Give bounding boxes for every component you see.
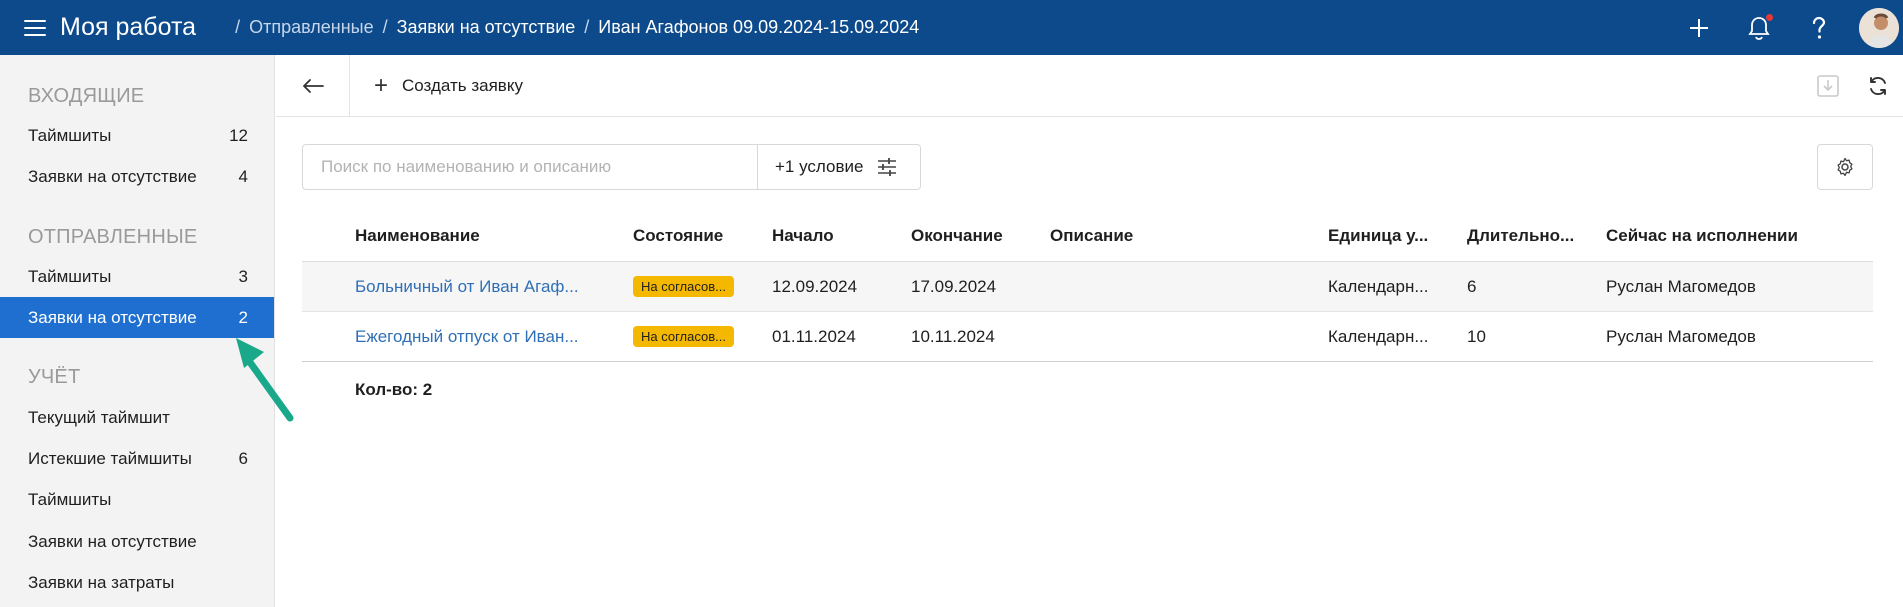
sidebar-item-label: Таймшиты — [28, 489, 112, 509]
request-link[interactable]: Больничный от Иван Агаф... — [355, 277, 579, 296]
sidebar-item-label: Истекшие таймшиты — [28, 448, 192, 468]
unit-cell: Календарн... — [1328, 276, 1429, 296]
refresh-icon — [1870, 77, 1886, 95]
column-header-unit[interactable]: Единица у... — [1328, 226, 1467, 246]
question-icon — [1812, 16, 1826, 39]
column-header-executor[interactable]: Сейчас на исполнении — [1606, 226, 1873, 246]
sidebar-item-count: 6 — [238, 448, 248, 468]
sidebar-section-accounting: УЧЁТ — [28, 366, 81, 388]
notifications-button[interactable] — [1729, 0, 1789, 55]
gear-icon — [1837, 157, 1853, 177]
sidebar-item-label: Заявки на отсутствие — [28, 166, 197, 186]
start-date-cell: 01.11.2024 — [772, 326, 856, 346]
sidebar-item-label: Текущий таймшит — [28, 407, 170, 427]
sidebar-item-label: Заявки на отсутствие — [28, 531, 197, 551]
column-header-end[interactable]: Окончание — [911, 226, 1050, 246]
start-date-cell: 12.09.2024 — [772, 276, 858, 296]
sidebar-item-absence-requests[interactable]: Заявки на отсутствие — [0, 521, 274, 562]
export-button[interactable] — [1803, 55, 1853, 117]
column-header-description[interactable]: Описание — [1050, 226, 1328, 246]
top-bar: Моя работа / Отправленные / Заявки на от… — [0, 0, 1903, 55]
toolbar: + Создать заявку — [276, 54, 1903, 117]
sliders-icon — [877, 158, 897, 176]
sidebar-item-sent-timesheets[interactable]: Таймшиты 3 — [0, 256, 274, 297]
search-input[interactable] — [321, 157, 757, 177]
search-field — [302, 144, 757, 190]
table-row[interactable]: Ежегодный отпуск от Иван... На согласов.… — [302, 312, 1873, 362]
row-count: Кол-во: 2 — [355, 380, 433, 399]
create-request-button[interactable]: + Создать заявку — [374, 71, 523, 99]
sidebar-section-sent: ОТПРАВЛЕННЫЕ — [28, 226, 198, 248]
sidebar-item-incoming-timesheets[interactable]: Таймшиты 12 — [0, 115, 274, 156]
breadcrumb-separator: / — [382, 17, 388, 37]
table-settings-button[interactable] — [1817, 144, 1873, 190]
sidebar-item-count: 2 — [238, 307, 248, 327]
back-button[interactable] — [276, 54, 350, 117]
sidebar: ВХОДЯЩИЕ Таймшиты 12 Заявки на отсутстви… — [0, 55, 275, 607]
arrow-left-icon — [302, 78, 324, 93]
user-photo-icon — [1859, 7, 1899, 48]
column-header-duration[interactable]: Длительно... — [1467, 226, 1606, 246]
sidebar-item-count: 3 — [238, 266, 248, 286]
status-badge: На согласов... — [633, 276, 734, 297]
breadcrumb-item-absence-requests[interactable]: Заявки на отсутствие — [397, 17, 576, 38]
sidebar-item-count: 4 — [238, 166, 248, 186]
executor-cell: Руслан Магомедов — [1606, 326, 1756, 346]
top-actions — [1669, 0, 1903, 55]
breadcrumb: / Отправленные / Заявки на отсутствие / … — [226, 17, 919, 38]
table-header: Наименование Состояние Начало Окончание … — [302, 210, 1873, 262]
breadcrumb-separator: / — [584, 17, 590, 37]
breadcrumb-item-current: Иван Агафонов 09.09.2024-15.09.2024 — [598, 17, 920, 37]
sidebar-item-count: 12 — [229, 125, 248, 145]
help-button[interactable] — [1789, 0, 1849, 55]
sidebar-item-current-timesheet[interactable]: Текущий таймшит — [0, 397, 274, 438]
unit-cell: Календарн... — [1328, 326, 1429, 346]
breadcrumb-item-sent[interactable]: Отправленные — [249, 17, 374, 38]
plus-icon — [1690, 18, 1708, 37]
column-header-state[interactable]: Состояние — [633, 226, 772, 246]
notification-dot — [1766, 14, 1773, 21]
column-header-start[interactable]: Начало — [772, 226, 911, 246]
condition-filter-button[interactable]: +1 условие — [757, 144, 921, 190]
create-request-label: Создать заявку — [402, 75, 523, 95]
sidebar-section-incoming: ВХОДЯЩИЕ — [28, 85, 145, 107]
app-title[interactable]: Моя работа — [60, 13, 196, 42]
sidebar-item-incoming-absence[interactable]: Заявки на отсутствие 4 — [0, 156, 274, 197]
add-button[interactable] — [1669, 0, 1729, 55]
sidebar-item-timesheets[interactable]: Таймшиты — [0, 479, 274, 520]
sidebar-item-sent-absence[interactable]: Заявки на отсутствие 2 — [0, 297, 274, 338]
sidebar-item-label: Таймшиты — [28, 125, 112, 145]
sidebar-item-label: Таймшиты — [28, 266, 112, 286]
download-icon — [1817, 75, 1839, 97]
refresh-button[interactable] — [1853, 55, 1903, 117]
breadcrumb-separator: / — [235, 17, 241, 37]
executor-cell: Руслан Магомедов — [1606, 276, 1756, 296]
duration-cell: 10 — [1467, 326, 1486, 346]
sidebar-item-label: Заявки на отсутствие — [28, 307, 197, 327]
end-date-cell: 10.11.2024 — [911, 326, 995, 346]
status-badge: На согласов... — [633, 326, 734, 347]
toolbar-actions — [1803, 55, 1903, 117]
sidebar-item-label: Заявки на затраты — [28, 572, 175, 592]
end-date-cell: 17.09.2024 — [911, 276, 997, 296]
duration-cell: 6 — [1467, 276, 1477, 296]
sidebar-item-expense-requests[interactable]: Заявки на затраты — [0, 562, 274, 603]
column-header-name[interactable]: Наименование — [355, 226, 633, 246]
menu-icon[interactable] — [24, 19, 46, 36]
sidebar-item-expired-timesheets[interactable]: Истекшие таймшиты 6 — [0, 438, 274, 479]
table-row[interactable]: Больничный от Иван Агаф... На согласов..… — [302, 262, 1873, 312]
condition-filter-label: +1 условие — [775, 157, 864, 176]
plus-icon: + — [374, 71, 389, 99]
requests-table: Наименование Состояние Начало Окончание … — [302, 210, 1873, 362]
avatar[interactable] — [1859, 7, 1899, 48]
request-link[interactable]: Ежегодный отпуск от Иван... — [355, 327, 579, 346]
